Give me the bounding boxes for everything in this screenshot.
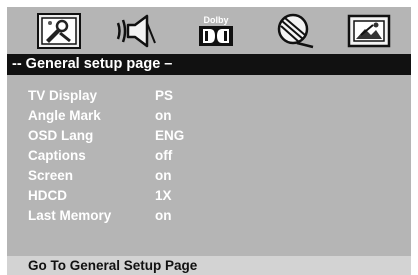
- dolby-icon[interactable]: Dolby: [194, 13, 238, 49]
- setting-label: HDCD: [28, 188, 67, 203]
- general-setup-icon[interactable]: [37, 13, 81, 49]
- setup-icon-bar: Dolby: [7, 7, 411, 55]
- setup-menu-panel: Dolby -- General setup page – TV Display…: [7, 7, 411, 275]
- setting-label: Screen: [28, 168, 74, 183]
- footer-help-text: Go To General Setup Page: [28, 258, 198, 273]
- setting-value: ENG: [155, 128, 185, 143]
- setting-value: 1X: [155, 188, 172, 203]
- page-title: -- General setup page –: [12, 56, 173, 72]
- osd-screen: Dolby -- General setup page – TV Display…: [0, 0, 418, 275]
- status-footer: Go To General Setup Page: [7, 256, 411, 275]
- setting-value: PS: [155, 88, 174, 103]
- setting-value: on: [155, 168, 172, 183]
- dolby-label: Dolby: [203, 15, 228, 25]
- setting-value: on: [155, 208, 172, 223]
- setting-label: TV Display: [28, 88, 98, 103]
- page-title-bar: -- General setup page –: [7, 54, 411, 75]
- video-reel-icon[interactable]: [273, 13, 317, 49]
- setting-label: Captions: [28, 148, 86, 163]
- audio-speaker-icon[interactable]: [115, 13, 159, 49]
- preference-icon[interactable]: [347, 13, 391, 49]
- setting-value: off: [155, 148, 173, 163]
- setting-label: Last Memory: [28, 208, 112, 223]
- setting-label: OSD Lang: [28, 128, 94, 143]
- setting-label: Angle Mark: [28, 108, 101, 123]
- setting-value: on: [155, 108, 172, 123]
